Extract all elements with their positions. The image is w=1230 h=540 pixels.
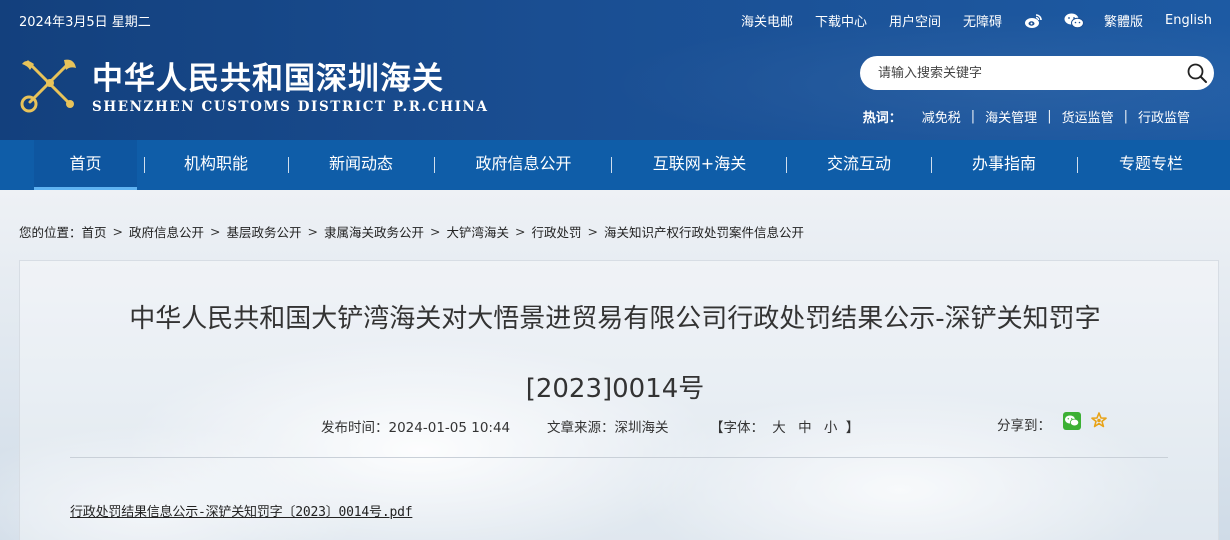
breadcrumb-item[interactable]: 隶属海关政务公开 [324,222,424,241]
favorite-star-icon[interactable] [1091,412,1107,428]
nav-separator [931,157,932,173]
breadcrumb-item[interactable]: 政府信息公开 [129,222,204,241]
weibo-icon[interactable] [1024,13,1042,29]
nav-item-news[interactable]: 新闻动态 [305,140,417,190]
current-date: 2024年3月5日 星期二 [19,15,151,30]
wechat-share-icon[interactable] [1063,412,1081,430]
nav-item-special[interactable]: 专题专栏 [1095,140,1207,190]
article-source: 文章来源：深圳海关 [547,420,669,436]
nav-item-interaction[interactable]: 交流互动 [803,140,915,190]
nav-item-guide[interactable]: 办事指南 [948,140,1060,190]
hot-word[interactable]: 减免税 [922,107,961,126]
hot-words-label: 热词： [862,111,902,126]
attachment-link[interactable]: 行政处罚结果信息公示-深铲关知罚字〔2023〕0014号.pdf [70,501,413,520]
breadcrumb-item[interactable]: 首页 [82,222,107,241]
nav-separator [1077,157,1078,173]
search-input[interactable] [878,63,1168,83]
customs-emblem-icon[interactable] [20,54,80,114]
hot-word-separator: | [970,109,976,124]
site-name-en: SHENZHEN CUSTOMS DISTRICT P.R.CHINA [92,99,489,115]
hot-word-separator: | [1123,109,1128,124]
main-nav: 首页 机构职能 新闻动态 政府信息公开 互联网+海关 交流互动 办事指南 专题专… [0,140,1230,190]
font-size-large[interactable]: 大 [772,420,786,436]
breadcrumb-item[interactable]: 大铲湾海关 [447,222,510,241]
font-size-end: 】 [845,420,860,436]
top-link-user-space[interactable]: 用户空间 [889,11,941,30]
breadcrumb: 您的位置： 首页 > 政府信息公开 > 基层政务公开 > 隶属海关政务公开 > … [19,222,804,241]
nav-separator [786,157,787,173]
lang-english[interactable]: English [1165,13,1212,28]
hot-word[interactable]: 行政监管 [1138,107,1190,126]
breadcrumb-separator: > [515,224,526,239]
nav-item-functions[interactable]: 机构职能 [160,140,272,190]
hot-word-separator: | [1047,109,1052,124]
nav-separator [611,157,612,173]
font-size-label: 【字体： [710,420,764,436]
article-title: 中华人民共和国大铲湾海关对大悟景进贸易有限公司行政处罚结果公示-深铲关知罚字 [… [80,297,1150,411]
top-links: 海关电邮 下载中心 用户空间 无障碍 繁體版 English [719,11,1212,30]
nav-separator [434,157,435,173]
search-icon[interactable] [1186,62,1208,84]
top-link-download[interactable]: 下载中心 [815,11,867,30]
breadcrumb-item[interactable]: 基层政务公开 [227,222,302,241]
nav-item-gov-info[interactable]: 政府信息公开 [452,140,595,190]
share-label: 分享到： [997,418,1051,434]
top-link-email[interactable]: 海关电邮 [741,11,793,30]
nav-item-internet-customs[interactable]: 互联网+海关 [628,140,771,190]
breadcrumb-separator: > [210,224,221,239]
hot-words: 热词： 减免税 | 海关管理 | 货运监管 | 行政监管 [863,107,1200,126]
top-link-accessibility[interactable]: 无障碍 [963,11,1002,30]
breadcrumb-separator: > [112,224,124,239]
article-title-line2: [2023]0014号 [525,374,705,404]
content-divider [70,457,1168,458]
nav-separator [144,157,145,173]
breadcrumb-separator: > [430,224,441,239]
lang-traditional[interactable]: 繁體版 [1104,11,1143,30]
nav-item-home[interactable]: 首页 [34,140,137,190]
breadcrumb-separator: > [587,224,599,239]
article-title-line1: 中华人民共和国大铲湾海关对大悟景进贸易有限公司行政处罚结果公示-深铲关知罚字 [129,304,1101,334]
publish-time: 发布时间：2024-01-05 10:44 [321,420,511,436]
wechat-icon[interactable] [1064,13,1085,29]
font-size-medium[interactable]: 中 [798,420,812,436]
font-size-control: 【字体： 大 中 小 】 [710,416,859,436]
search-box [860,56,1214,90]
breadcrumb-item[interactable]: 海关知识产权行政处罚案件信息公开 [604,222,804,241]
breadcrumb-label: 您的位置： [19,225,82,240]
site-name[interactable]: 中华人民共和国深圳海关 [92,53,444,98]
nav-separator [288,157,289,173]
hot-word[interactable]: 货运监管 [1062,107,1114,126]
font-size-small[interactable]: 小 [824,420,838,436]
site-header: 2024年3月5日 星期二 海关电邮 下载中心 用户空间 无障碍 繁體版 Eng… [0,0,1230,140]
hot-word[interactable]: 海关管理 [985,107,1037,126]
breadcrumb-separator: > [307,224,319,239]
breadcrumb-item[interactable]: 行政处罚 [532,222,582,241]
